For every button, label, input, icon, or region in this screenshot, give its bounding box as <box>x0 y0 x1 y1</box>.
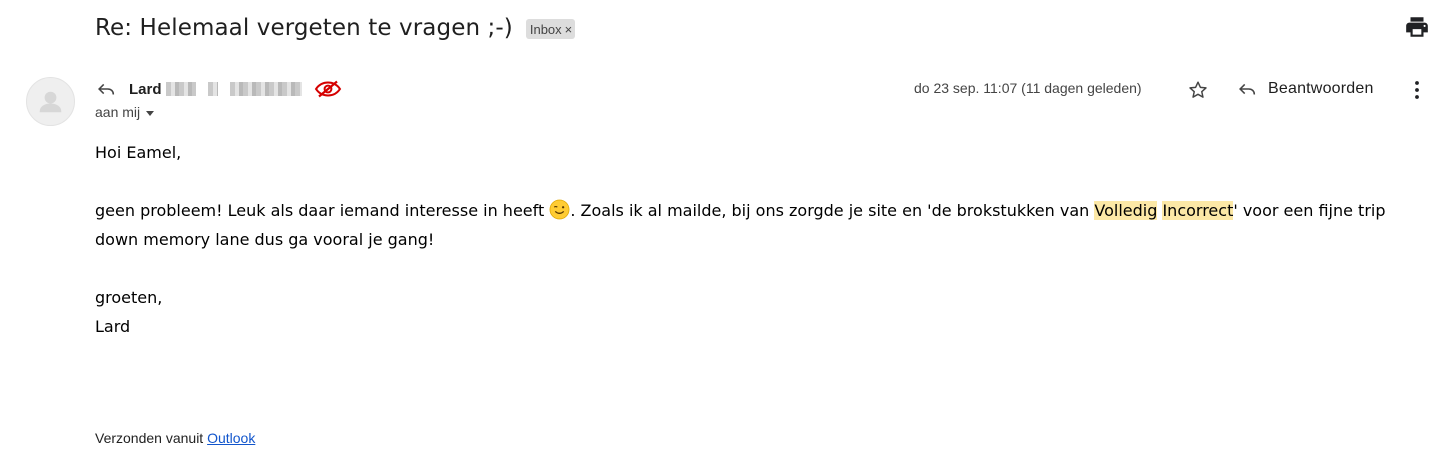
winking-face-icon <box>549 199 570 220</box>
remove-label-icon[interactable]: × <box>565 22 573 37</box>
chevron-down-icon <box>146 110 155 116</box>
person-icon <box>39 91 62 113</box>
print-icon[interactable] <box>1404 14 1430 40</box>
star-icon[interactable] <box>1187 79 1209 101</box>
signature: Lard <box>95 317 131 336</box>
sender-avatar[interactable] <box>26 77 75 126</box>
sender-row: Lard <box>95 78 342 100</box>
redacted-sender-address <box>164 82 302 96</box>
recipient-details-toggle[interactable]: aan mij <box>95 104 155 120</box>
label-chip-text: Inbox <box>529 21 562 37</box>
email-subject: Re: Helemaal vergeten te vragen ;-) <box>95 15 513 41</box>
sent-from-footer: Verzonden vanuit Outlook <box>95 430 255 446</box>
reply-icon <box>1239 83 1256 95</box>
email-date: do 23 sep. 11:07 (11 dagen geleden) <box>914 80 1142 96</box>
subject-row: Re: Helemaal vergeten te vragen ;-) Inbo… <box>95 8 576 48</box>
email-body: Hoi Eamel, geen probleem! Leuk als daar … <box>95 138 1415 341</box>
body-text-part2: . Zoals ik al mailde, bij ons zorgde je … <box>570 201 1095 220</box>
sender-name[interactable]: Lard <box>129 81 162 98</box>
closing: groeten, <box>95 288 163 307</box>
outlook-link[interactable]: Outlook <box>207 430 255 446</box>
more-vert-icon[interactable] <box>1405 78 1429 102</box>
recipient-text: aan mij <box>95 104 141 120</box>
reply-icon[interactable] <box>95 78 117 100</box>
reply-button-label: Beantwoorden <box>1268 80 1374 97</box>
body-paragraph: geen probleem! Leuk als daar iemand inte… <box>95 196 1415 254</box>
inbox-label-chip[interactable]: Inbox × <box>525 19 576 39</box>
search-highlight: Volledig <box>1094 201 1158 220</box>
greeting: Hoi Eamel, <box>95 143 182 162</box>
body-text-part1: geen probleem! Leuk als daar iemand inte… <box>95 201 550 220</box>
search-highlight: Incorrect <box>1162 201 1234 220</box>
footer-prefix: Verzonden vanuit <box>95 430 208 446</box>
reply-button[interactable]: Beantwoorden <box>1236 76 1374 102</box>
eye-off-icon[interactable] <box>314 80 342 98</box>
